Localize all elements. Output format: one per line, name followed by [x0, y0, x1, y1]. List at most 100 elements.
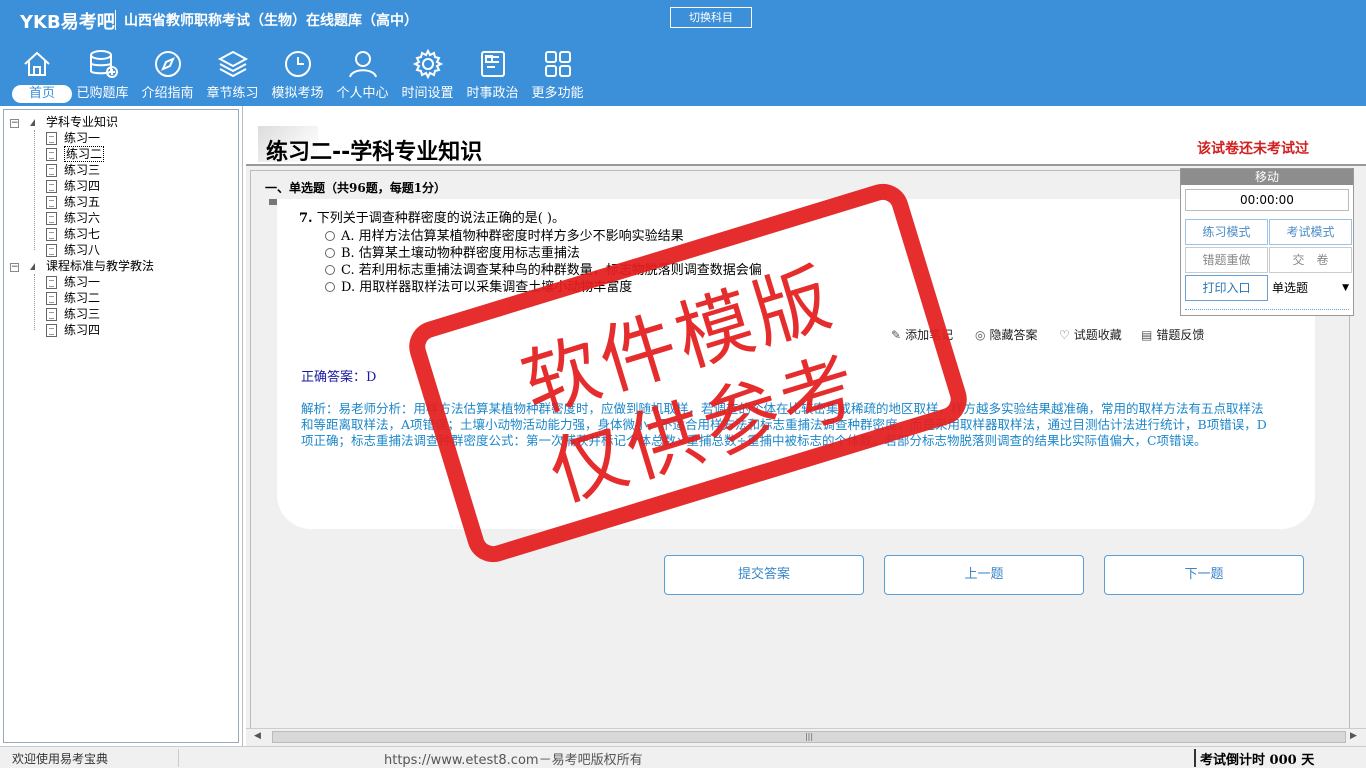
nav-label: 时间设置	[401, 86, 454, 101]
collapse-toggle[interactable]: −	[10, 263, 19, 272]
status-divider	[178, 749, 179, 767]
clock-icon	[284, 51, 311, 77]
nav-home[interactable]: 首页	[4, 48, 72, 106]
tree-group-subject[interactable]: 学科专业知识	[46, 114, 118, 130]
radio-button[interactable]	[325, 265, 335, 275]
panel-drag-handle[interactable]: 移动	[1181, 169, 1353, 185]
nav-label: 已购题库	[76, 86, 129, 101]
title-divider	[246, 164, 1366, 166]
timer-display: 00:00:00	[1185, 189, 1349, 211]
tree-item[interactable]: 练习五	[64, 194, 100, 210]
folder-icon	[30, 263, 35, 270]
document-icon	[46, 276, 57, 289]
tree-item[interactable]: 练习八	[64, 242, 100, 258]
document-icon	[46, 164, 57, 177]
tree-item-label: 练习四	[64, 323, 101, 337]
document-icon	[46, 196, 57, 209]
nav-mock-exam[interactable]: 模拟考场	[265, 48, 330, 106]
tree-frame: − 学科专业知识 练习一 练习二 练习三 练习四 练习五 练习六 练习七 练习八…	[3, 109, 239, 743]
tree-item[interactable]: 练习六	[64, 210, 100, 226]
print-button[interactable]: 打印入口	[1185, 275, 1268, 301]
switch-subject-button[interactable]: 切换科目	[670, 7, 752, 28]
nav-profile[interactable]: 个人中心	[330, 48, 395, 106]
tree-item-label: 练习五	[64, 195, 101, 209]
chevron-down-icon: ▼	[1342, 283, 1349, 293]
tree-item-label: 练习七	[64, 227, 101, 241]
copyright-url: https://www.etest8.com－易考吧版权所有	[384, 753, 643, 768]
eye-icon: ◎	[975, 328, 986, 342]
tree-item[interactable]: 练习三	[64, 306, 100, 322]
status-bar: 欢迎使用易考宝典 https://www.etest8.com－易考吧版权所有 …	[0, 746, 1366, 768]
app-logo: YKB易考吧	[20, 12, 115, 33]
exam-status-text: 该试卷还未考试过	[1197, 141, 1309, 157]
nav-label: 介绍指南	[141, 86, 194, 101]
radio-button[interactable]	[325, 231, 335, 241]
hand-in-button[interactable]: 交 卷	[1269, 247, 1352, 273]
nav-label: 章节练习	[206, 86, 259, 101]
nav-label: 个人中心	[336, 86, 389, 101]
tree-connector	[34, 274, 35, 330]
previous-question-button[interactable]: 上一题	[884, 555, 1084, 595]
tree-item[interactable]: 练习七	[64, 226, 100, 242]
status-divider	[1194, 749, 1196, 767]
home-icon	[23, 51, 50, 76]
document-icon	[46, 244, 57, 257]
folder-icon	[30, 119, 35, 126]
exam-mode-button[interactable]: 考试模式	[1269, 219, 1352, 245]
question-type-select[interactable]: 单选题 ▼	[1269, 275, 1353, 301]
radio-button[interactable]	[325, 248, 335, 258]
scroll-left-icon[interactable]: ◀	[254, 731, 261, 741]
paper-title: 练习二--学科专业知识	[266, 140, 483, 165]
tree-item-selected[interactable]: 练习二	[64, 146, 105, 162]
tree-item[interactable]: 练习二	[64, 290, 100, 306]
tree-item-label: 练习一	[64, 275, 101, 289]
nav-time-settings[interactable]: 时间设置	[395, 48, 460, 106]
nav-current-affairs[interactable]: 时事政治	[460, 48, 525, 106]
tree-group-curriculum[interactable]: 课程标准与教学教法	[46, 258, 154, 274]
collapse-toggle[interactable]: −	[10, 119, 19, 128]
next-question-button[interactable]: 下一题	[1104, 555, 1304, 595]
nav-label: 更多功能	[531, 86, 584, 101]
nav-purchased[interactable]: 已购题库	[70, 48, 135, 106]
question-text: 7. 下列关于调查种群密度的说法正确的是( )。	[299, 207, 565, 226]
tree-item-label: 练习三	[64, 163, 101, 177]
redo-wrong-button[interactable]: 错题重做	[1185, 247, 1268, 273]
section-heading: 一、单选题（共96题，每题1分）	[265, 181, 447, 195]
tree-item-label: 练习二	[64, 146, 105, 162]
document-icon	[46, 292, 57, 305]
nav-guide[interactable]: 介绍指南	[135, 48, 200, 106]
practice-mode-button[interactable]: 练习模式	[1185, 219, 1268, 245]
tree-item[interactable]: 练习一	[64, 130, 100, 146]
nav-more[interactable]: 更多功能	[525, 48, 590, 106]
document-icon	[46, 148, 57, 161]
report-error-button[interactable]: ▤ 错题反馈	[1141, 326, 1204, 343]
nav-label: 时事政治	[466, 86, 519, 101]
app-title: 山西省教师职称考试（生物）在线题库（高中）	[124, 13, 418, 29]
tool-label: 试题收藏	[1073, 328, 1122, 342]
header-divider	[115, 10, 116, 30]
tree-item[interactable]: 练习四	[64, 178, 100, 194]
tree-item-label: 练习三	[64, 307, 101, 321]
scrollbar-thumb[interactable]: |||	[272, 731, 1346, 743]
tree-item-label: 练习六	[64, 211, 101, 225]
app-header: YKB易考吧 山西省教师职称考试（生物）在线题库（高中） 切换科目 首页 已购题…	[0, 0, 1366, 106]
tree-item[interactable]: 练习四	[64, 322, 100, 338]
paper-title-bar: 练习二--学科专业知识 该试卷还未考试过	[246, 106, 1366, 166]
news-icon	[480, 51, 505, 77]
tree-item-label: 练习一	[64, 131, 101, 145]
grid-icon	[544, 51, 571, 77]
hide-answer-button[interactable]: ◎ 隐藏答案	[975, 326, 1038, 343]
horizontal-scrollbar[interactable]: ◀ ||| ▶	[246, 728, 1366, 744]
gear-icon	[412, 48, 443, 80]
tree-item[interactable]: 练习一	[64, 274, 100, 290]
nav-chapter[interactable]: 章节练习	[200, 48, 265, 106]
tree-item[interactable]: 练习三	[64, 162, 100, 178]
document-icon	[46, 308, 57, 321]
tree-item-label: 练习八	[64, 243, 101, 257]
submit-answer-button[interactable]: 提交答案	[664, 555, 864, 595]
user-icon	[348, 51, 377, 78]
favorite-button[interactable]: ♡ 试题收藏	[1059, 326, 1122, 343]
radio-button[interactable]	[325, 282, 335, 292]
tool-label: 错题反馈	[1156, 328, 1205, 342]
scroll-right-icon[interactable]: ▶	[1350, 731, 1357, 741]
